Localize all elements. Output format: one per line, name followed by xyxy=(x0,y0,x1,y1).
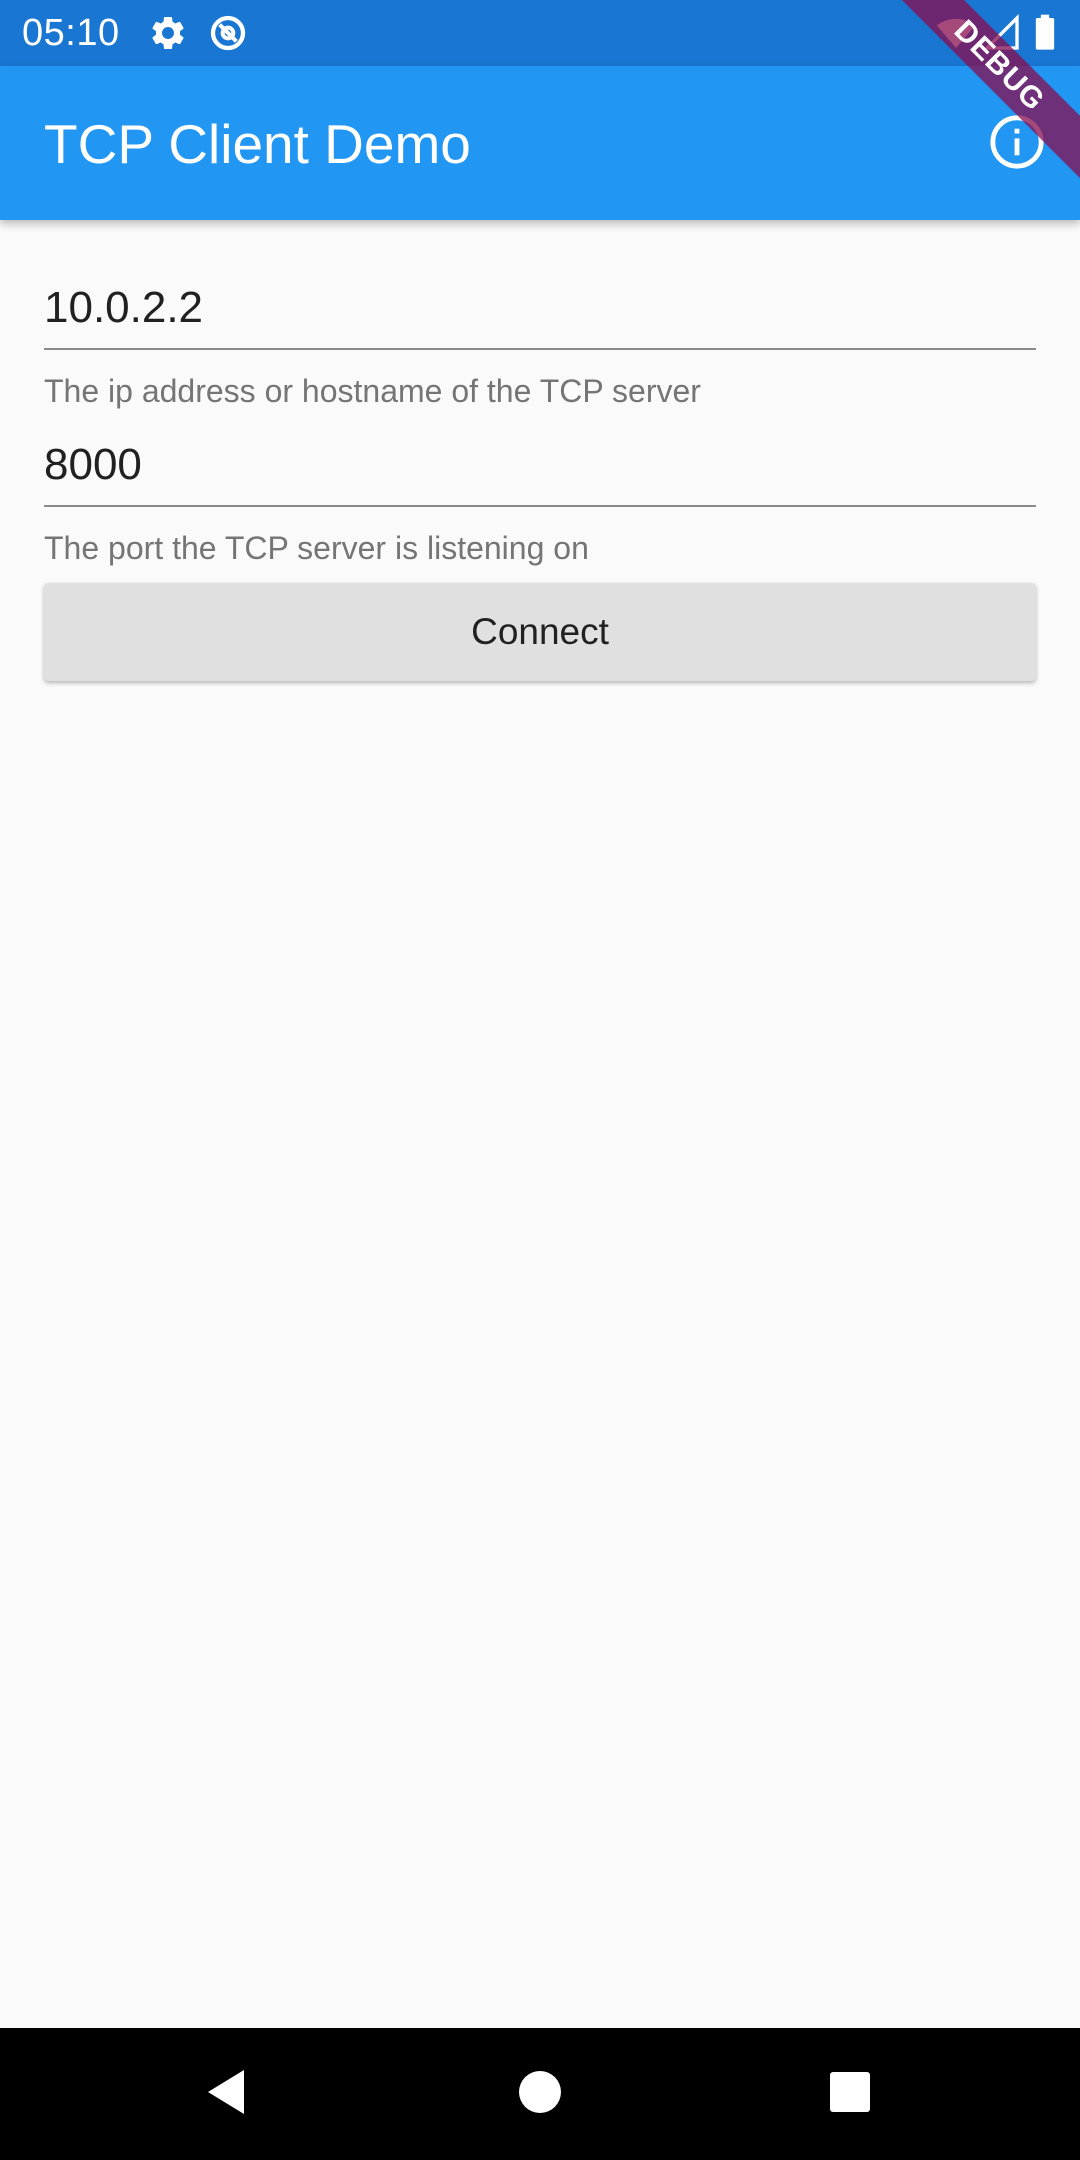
nav-bar xyxy=(0,2028,1080,2160)
battery-icon xyxy=(1030,13,1060,53)
app-bar: TCP Client Demo xyxy=(0,66,1080,220)
status-bar: 05:10 xyxy=(0,0,1080,66)
screen: 05:10 DEBUG TCP Client Demo 10.0.2.2 The… xyxy=(0,0,1080,2160)
info-button[interactable] xyxy=(982,109,1052,179)
gear-icon xyxy=(148,13,188,53)
connect-button[interactable]: Connect xyxy=(44,583,1036,681)
signal-icon xyxy=(982,13,1022,53)
connection-form: The ip address or hostname of the TCP se… xyxy=(44,220,1036,681)
back-button[interactable] xyxy=(190,2058,262,2130)
port-helper-text: The port the TCP server is listening on xyxy=(44,530,589,566)
page-title: TCP Client Demo xyxy=(44,113,471,175)
wifi-icon xyxy=(936,13,976,53)
host-input[interactable] xyxy=(44,220,1036,350)
recents-button[interactable] xyxy=(814,2058,886,2130)
home-icon xyxy=(518,2070,562,2119)
host-helper-text: The ip address or hostname of the TCP se… xyxy=(44,373,701,409)
port-input[interactable] xyxy=(44,410,1036,507)
status-time: 05:10 xyxy=(22,12,120,54)
home-button[interactable] xyxy=(504,2058,576,2130)
at-sign-icon xyxy=(208,13,248,53)
back-icon xyxy=(204,2068,248,2121)
port-field: The port the TCP server is listening on xyxy=(44,410,1036,567)
recents-icon xyxy=(828,2070,872,2119)
host-field: The ip address or hostname of the TCP se… xyxy=(44,220,1036,410)
info-icon xyxy=(988,113,1046,176)
